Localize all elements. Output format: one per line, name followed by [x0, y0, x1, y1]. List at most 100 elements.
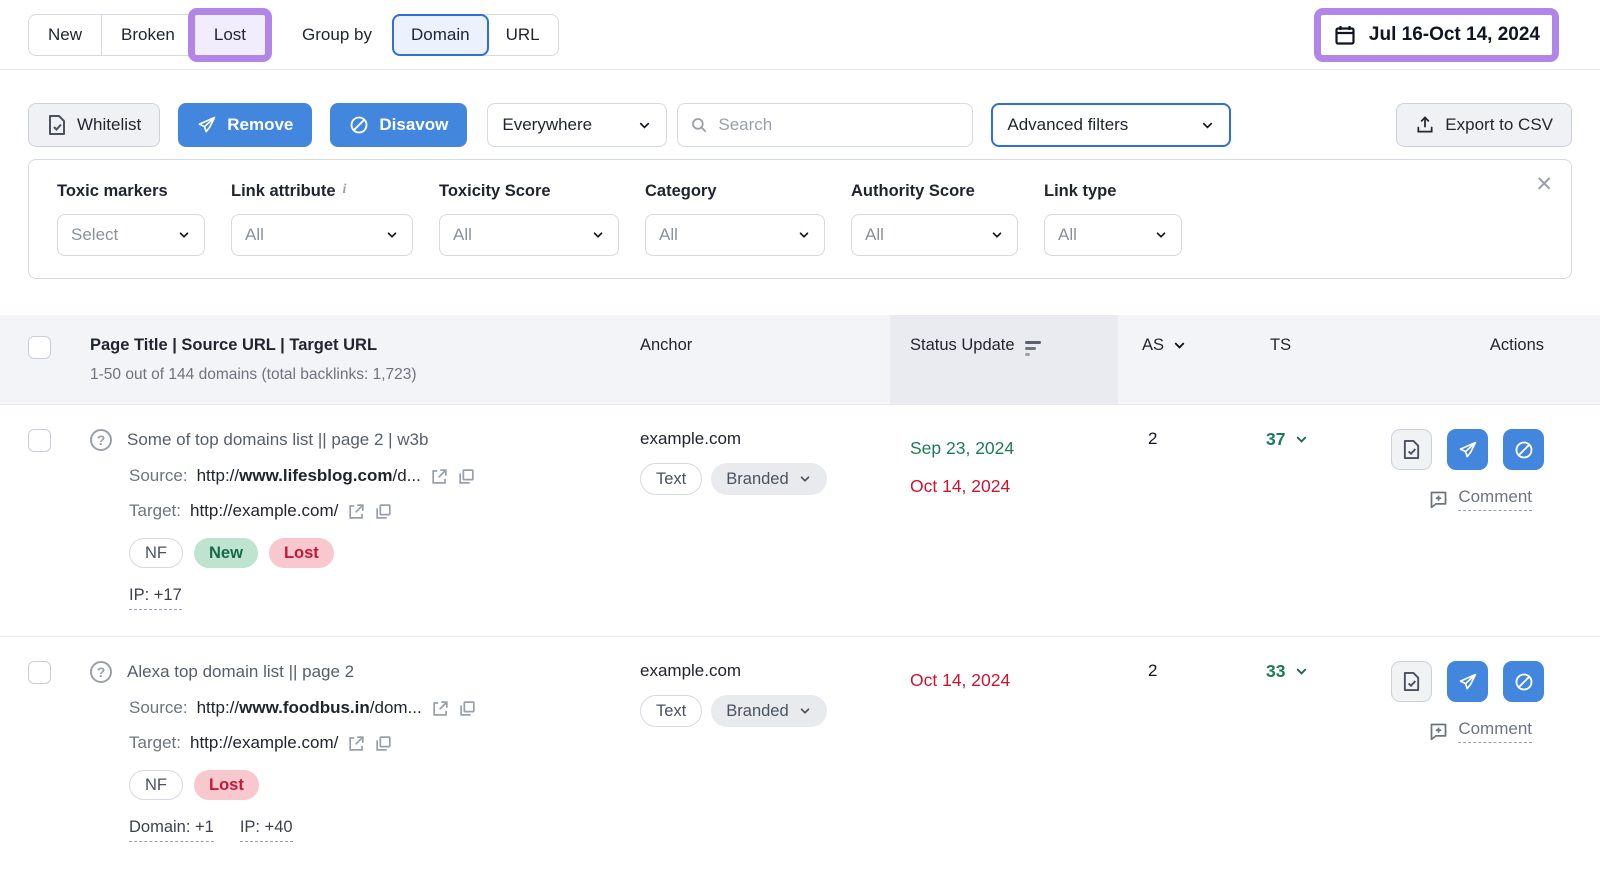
- group-by-toggle: Domain URL: [392, 14, 559, 56]
- export-icon: [1415, 115, 1435, 135]
- chevron-down-icon: [1200, 118, 1215, 133]
- external-link-icon[interactable]: [431, 699, 450, 718]
- toxicity-score-label: Toxicity Score: [439, 182, 619, 201]
- link-type-label: Link type: [1044, 182, 1182, 201]
- external-link-icon[interactable]: [347, 734, 366, 753]
- status-lost-date: Oct 14, 2024: [910, 467, 1118, 505]
- date-range-annotation: Jul 16-Oct 14, 2024: [1321, 15, 1552, 55]
- ip-footnote[interactable]: IP: +17: [129, 586, 182, 610]
- source-label: Source:: [129, 466, 188, 486]
- copy-icon[interactable]: [457, 467, 476, 486]
- tab-lost[interactable]: Lost: [195, 15, 265, 55]
- page-title: Some of top domains list || page 2 | w3b: [127, 430, 428, 450]
- advanced-filters-button[interactable]: Advanced filters: [991, 103, 1231, 147]
- select-all-checkbox[interactable]: [28, 336, 51, 359]
- column-ts[interactable]: TS: [1240, 315, 1350, 404]
- row-checkbox[interactable]: [28, 429, 51, 452]
- authority-score-select[interactable]: All: [851, 214, 1018, 256]
- close-icon[interactable]: ✕: [1535, 172, 1553, 197]
- whitelist-button[interactable]: Whitelist: [28, 103, 160, 147]
- anchor-branded-tag[interactable]: Branded: [711, 695, 826, 727]
- category-select[interactable]: All: [645, 214, 825, 256]
- chevron-down-icon: [1154, 228, 1168, 242]
- toxic-markers-select[interactable]: Select: [57, 214, 205, 256]
- target-label: Target:: [129, 501, 181, 521]
- nofollow-badge: NF: [129, 538, 183, 568]
- link-attribute-value: All: [245, 225, 264, 245]
- paper-plane-icon: [197, 115, 217, 135]
- actions-toolbar: Whitelist Remove Disavow Everywhere: [0, 103, 1600, 147]
- chevron-down-icon: [1294, 664, 1309, 679]
- toxicity-score-cell[interactable]: 37: [1240, 429, 1350, 450]
- table-row: ? Some of top domains list || page 2 | w…: [0, 405, 1600, 637]
- anchor-text: example.com: [640, 429, 890, 449]
- chevron-down-icon: [798, 704, 812, 718]
- authority-score-value: All: [865, 225, 884, 245]
- target-label: Target:: [129, 733, 181, 753]
- report-tabs: New Broken Lost: [28, 14, 266, 56]
- comment-icon: [1428, 489, 1449, 510]
- external-link-icon[interactable]: [347, 502, 366, 521]
- chevron-down-icon: [1172, 338, 1187, 353]
- row-disavow-button[interactable]: [1503, 429, 1544, 470]
- external-link-icon[interactable]: [430, 467, 449, 486]
- lost-badge: Lost: [269, 538, 334, 568]
- group-by-domain[interactable]: Domain: [392, 14, 489, 56]
- anchor-type-badge: Text: [640, 463, 702, 495]
- toxic-markers-label: Toxic markers: [57, 182, 205, 201]
- row-disavow-button[interactable]: [1503, 661, 1544, 702]
- row-whitelist-button[interactable]: [1391, 661, 1432, 702]
- row-remove-button[interactable]: [1447, 661, 1488, 702]
- link-attribute-label: Link attribute: [231, 182, 336, 201]
- scope-value: Everywhere: [502, 115, 592, 135]
- search-input[interactable]: [718, 115, 960, 135]
- tab-new[interactable]: New: [29, 15, 102, 55]
- info-icon[interactable]: i: [343, 182, 347, 198]
- top-bar: New Broken Lost Group by Domain URL Jul …: [0, 0, 1600, 70]
- toxicity-score-cell[interactable]: 33: [1240, 661, 1350, 682]
- export-csv-button[interactable]: Export to CSV: [1396, 103, 1572, 147]
- results-count: 1-50 out of 144 domains (total backlinks…: [90, 366, 640, 384]
- table-row: ? Alexa top domain list || page 2 Source…: [0, 637, 1600, 868]
- chevron-down-icon: [637, 118, 652, 133]
- whitelist-doc-icon: [47, 114, 67, 136]
- question-circle-icon[interactable]: ?: [90, 429, 112, 451]
- group-by-url[interactable]: URL: [488, 15, 558, 55]
- copy-icon[interactable]: [458, 699, 477, 718]
- table-header: Page Title | Source URL | Target URL 1-5…: [0, 315, 1600, 405]
- remove-button[interactable]: Remove: [178, 103, 312, 147]
- copy-icon[interactable]: [374, 502, 393, 521]
- row-whitelist-button[interactable]: [1391, 429, 1432, 470]
- copy-icon[interactable]: [374, 734, 393, 753]
- toxicity-score-value: All: [453, 225, 472, 245]
- group-by-label: Group by: [302, 25, 372, 45]
- chevron-down-icon: [797, 228, 811, 242]
- toxicity-score-select[interactable]: All: [439, 214, 619, 256]
- link-type-select[interactable]: All: [1044, 214, 1182, 256]
- chevron-down-icon: [1294, 432, 1309, 447]
- tab-broken[interactable]: Broken: [102, 15, 195, 55]
- status-update-label: Status Update: [910, 336, 1015, 355]
- comment-link[interactable]: Comment: [1428, 487, 1532, 511]
- comment-link[interactable]: Comment: [1428, 719, 1532, 743]
- column-status-update[interactable]: Status Update: [890, 315, 1118, 404]
- row-checkbox[interactable]: [28, 661, 51, 684]
- scope-select[interactable]: Everywhere: [487, 103, 667, 147]
- page-title: Alexa top domain list || page 2: [127, 662, 354, 682]
- date-range-picker[interactable]: Jul 16-Oct 14, 2024: [1321, 15, 1552, 55]
- row-remove-button[interactable]: [1447, 429, 1488, 470]
- disavow-button[interactable]: Disavow: [330, 103, 467, 147]
- link-attribute-select[interactable]: All: [231, 214, 413, 256]
- domain-footnote[interactable]: Domain: +1: [129, 818, 214, 842]
- anchor-branded-tag[interactable]: Branded: [711, 463, 826, 495]
- filters-panel: ✕ Toxic markers Select Link attribute i A…: [28, 159, 1572, 279]
- column-page-title: Page Title | Source URL | Target URL: [90, 336, 640, 355]
- new-badge: New: [194, 538, 258, 568]
- toxicity-score-value: 37: [1266, 429, 1285, 450]
- column-as[interactable]: AS: [1118, 336, 1240, 355]
- ip-footnote[interactable]: IP: +40: [240, 818, 293, 842]
- chevron-down-icon: [385, 228, 399, 242]
- sort-icon: [1025, 341, 1041, 356]
- whitelist-label: Whitelist: [77, 115, 141, 135]
- question-circle-icon[interactable]: ?: [90, 661, 112, 683]
